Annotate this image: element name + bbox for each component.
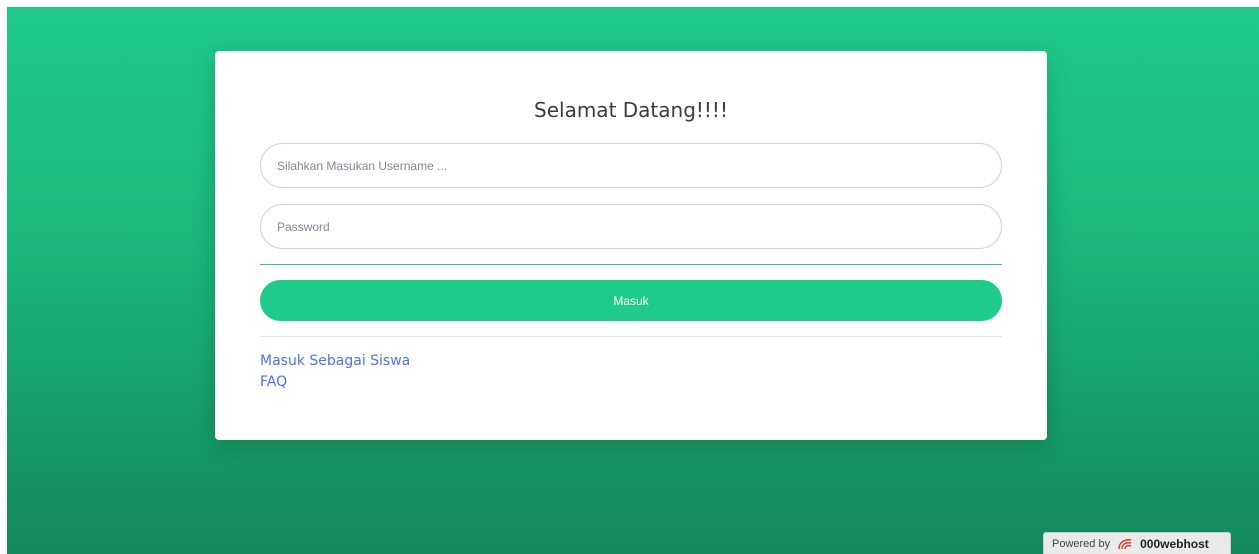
powered-by-label: Powered by [1052, 537, 1111, 550]
form-divider [260, 336, 1002, 337]
student-login-link[interactable]: Masuk Sebagai Siswa [260, 353, 410, 369]
form-divider-accent [260, 264, 1002, 265]
login-button[interactable]: Masuk [260, 280, 1002, 321]
powered-by-badge[interactable]: Powered by 000webhost [1043, 532, 1231, 554]
page-background: Selamat Datang!!!! Masuk Masuk Sebagai S… [7, 7, 1259, 554]
page-title: Selamat Datang!!!! [534, 98, 728, 122]
password-input[interactable] [260, 204, 1002, 249]
username-input[interactable] [260, 143, 1002, 188]
faq-link[interactable]: FAQ [260, 374, 287, 390]
login-card: Selamat Datang!!!! Masuk Masuk Sebagai S… [215, 51, 1047, 440]
000webhost-logo-icon [1118, 538, 1132, 549]
brand-name: 000webhost [1140, 536, 1209, 551]
